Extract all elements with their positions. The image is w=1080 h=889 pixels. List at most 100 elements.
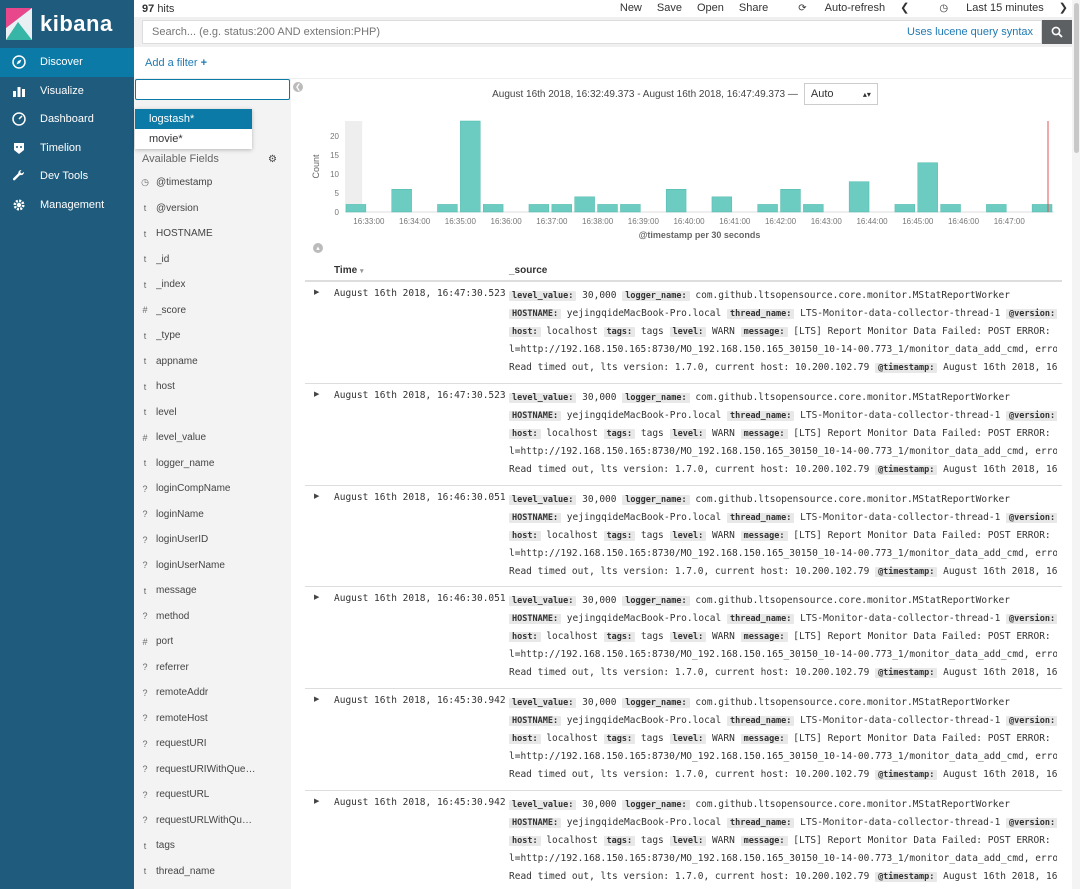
new-button[interactable]: New	[620, 2, 642, 14]
search-row: Uses lucene query syntax	[134, 17, 1080, 47]
expand-row-icon[interactable]: ▶	[314, 492, 319, 500]
search-button[interactable]	[1042, 20, 1072, 44]
nav-item-dashboard[interactable]: Dashboard	[0, 105, 134, 134]
hide-chart-icon[interactable]: ▴	[313, 243, 323, 253]
field-item[interactable]: t tags	[134, 833, 291, 859]
field-item[interactable]: ? requestURL	[134, 782, 291, 808]
page-scrollbar[interactable]	[1072, 0, 1080, 889]
time-back-button[interactable]: ❮	[900, 1, 909, 14]
field-item[interactable]: ? loginUserName	[134, 553, 291, 579]
field-item[interactable]: t _type	[134, 323, 291, 349]
nav-item-dev-tools[interactable]: Dev Tools	[0, 162, 134, 191]
field-item[interactable]: t level	[134, 400, 291, 426]
index-option-logstash[interactable]: logstash*	[135, 109, 252, 129]
source-line: l=http://192.168.150.165:8730/MO_192.168…	[509, 751, 1057, 763]
source-value: tags	[640, 427, 664, 439]
source-value: localhost	[546, 631, 598, 643]
field-item[interactable]: ? loginUserID	[134, 527, 291, 553]
x-tick-label: 16:33:00	[353, 217, 385, 226]
nav-item-management[interactable]: Management	[0, 191, 134, 220]
source-key: @version:	[1006, 716, 1057, 727]
save-button[interactable]: Save	[657, 2, 682, 14]
interval-select[interactable]: Auto ▴▾	[803, 83, 878, 105]
field-name: thread_name	[156, 865, 215, 877]
field-name: _type	[156, 330, 181, 342]
field-item[interactable]: ? loginName	[134, 502, 291, 528]
auto-refresh-button[interactable]: ⟳ Auto-refresh	[783, 2, 885, 14]
open-button[interactable]: Open	[697, 2, 724, 14]
source-key: level:	[669, 530, 707, 541]
source-value: yejingqideMacBook-Pro.local	[566, 715, 722, 727]
expand-row-icon[interactable]: ▶	[314, 390, 319, 398]
source-value: com.github.ltsopensource.core.monitor.MS…	[695, 290, 1010, 301]
lucene-syntax-link[interactable]: Uses lucene query syntax	[907, 26, 1033, 38]
nav-item-timelion[interactable]: Timelion	[0, 134, 134, 163]
source-key: thread_name:	[726, 309, 795, 319]
field-item[interactable]: t appname	[134, 349, 291, 375]
field-item[interactable]: t thread_name	[134, 859, 291, 885]
share-button[interactable]: Share	[739, 2, 768, 14]
source-key: HOSTNAME:	[509, 614, 562, 625]
source-key: level:	[669, 327, 707, 337]
field-item[interactable]: # port	[134, 629, 291, 655]
y-tick-label: 5	[335, 189, 340, 198]
col-time-header[interactable]: Time ▾	[334, 265, 363, 276]
field-item[interactable]: t message	[134, 578, 291, 604]
field-item[interactable]: ? remoteHost	[134, 706, 291, 732]
field-item[interactable]: # _score	[134, 298, 291, 324]
field-type-icon: ?	[142, 687, 148, 698]
search-icon	[1051, 26, 1063, 38]
field-item[interactable]: t _id	[134, 247, 291, 273]
source-key: level:	[669, 632, 707, 643]
field-item[interactable]: ? requestURI	[134, 731, 291, 757]
kibana-logo[interactable]: kibana	[0, 0, 134, 48]
expand-row-icon[interactable]: ▶	[314, 695, 319, 703]
field-item[interactable]: t _index	[134, 272, 291, 298]
source-value: WARN	[711, 631, 735, 643]
field-item[interactable]: ◷ @timestamp	[134, 170, 291, 196]
field-item[interactable]: ? referrer	[134, 655, 291, 681]
histogram-bar	[574, 196, 595, 213]
collapse-sidebar-icon[interactable]: ❮	[293, 82, 303, 92]
source-key: level:	[669, 835, 707, 846]
row-source: level_value: 30,000 logger_name: com.git…	[509, 592, 1057, 682]
source-key: @timestamp:	[875, 668, 938, 679]
field-item[interactable]: ? requestURLWithQuer...	[134, 808, 291, 834]
expand-row-icon[interactable]: ▶	[314, 593, 319, 601]
expand-row-icon[interactable]: ▶	[314, 797, 319, 805]
field-name: port	[156, 636, 174, 648]
index-option-movie[interactable]: movie*	[135, 129, 252, 149]
expand-row-icon[interactable]: ▶	[314, 288, 319, 296]
gear-icon[interactable]: ⚙	[268, 154, 277, 165]
row-time: August 16th 2018, 16:46:30.051	[334, 491, 506, 503]
add-filter-button[interactable]: Add a filter +	[145, 57, 207, 69]
source-value: localhost	[546, 529, 598, 541]
search-input[interactable]	[152, 26, 908, 38]
field-type-icon: ?	[142, 534, 148, 545]
time-forward-button[interactable]: ❯	[1059, 1, 1068, 14]
histogram-bar	[528, 204, 550, 213]
source-key: @version:	[1006, 817, 1057, 828]
time-picker-button[interactable]: ◷ Last 15 minutes	[924, 2, 1043, 14]
histogram-bar	[986, 204, 1007, 213]
source-key: level_value:	[509, 494, 577, 505]
field-item[interactable]: ? loginCompName	[134, 476, 291, 502]
field-item[interactable]: t @version	[134, 196, 291, 222]
field-item[interactable]: # level_value	[134, 425, 291, 451]
field-type-icon: t	[143, 458, 147, 469]
field-item[interactable]: ? method	[134, 604, 291, 630]
scrollbar-thumb[interactable]	[1074, 3, 1079, 153]
field-item[interactable]: ? requestURIWithQuer...	[134, 757, 291, 783]
field-item[interactable]: ? remoteAddr	[134, 680, 291, 706]
field-name: tags	[156, 840, 175, 852]
field-item[interactable]: t logger_name	[134, 451, 291, 477]
nav-item-visualize[interactable]: Visualize	[0, 77, 134, 106]
field-item[interactable]: t HOSTNAME	[134, 221, 291, 247]
source-value: LTS-Monitor-data-collector-thread-1	[800, 613, 1001, 625]
nav-item-discover[interactable]: Discover	[0, 48, 134, 77]
source-value: [LTS] Report Monitor Data Failed: POST E…	[793, 733, 1057, 745]
field-item[interactable]: t host	[134, 374, 291, 400]
source-value: WARN	[711, 834, 735, 846]
histogram-bar	[757, 204, 778, 213]
index-pattern-input[interactable]	[135, 79, 290, 100]
